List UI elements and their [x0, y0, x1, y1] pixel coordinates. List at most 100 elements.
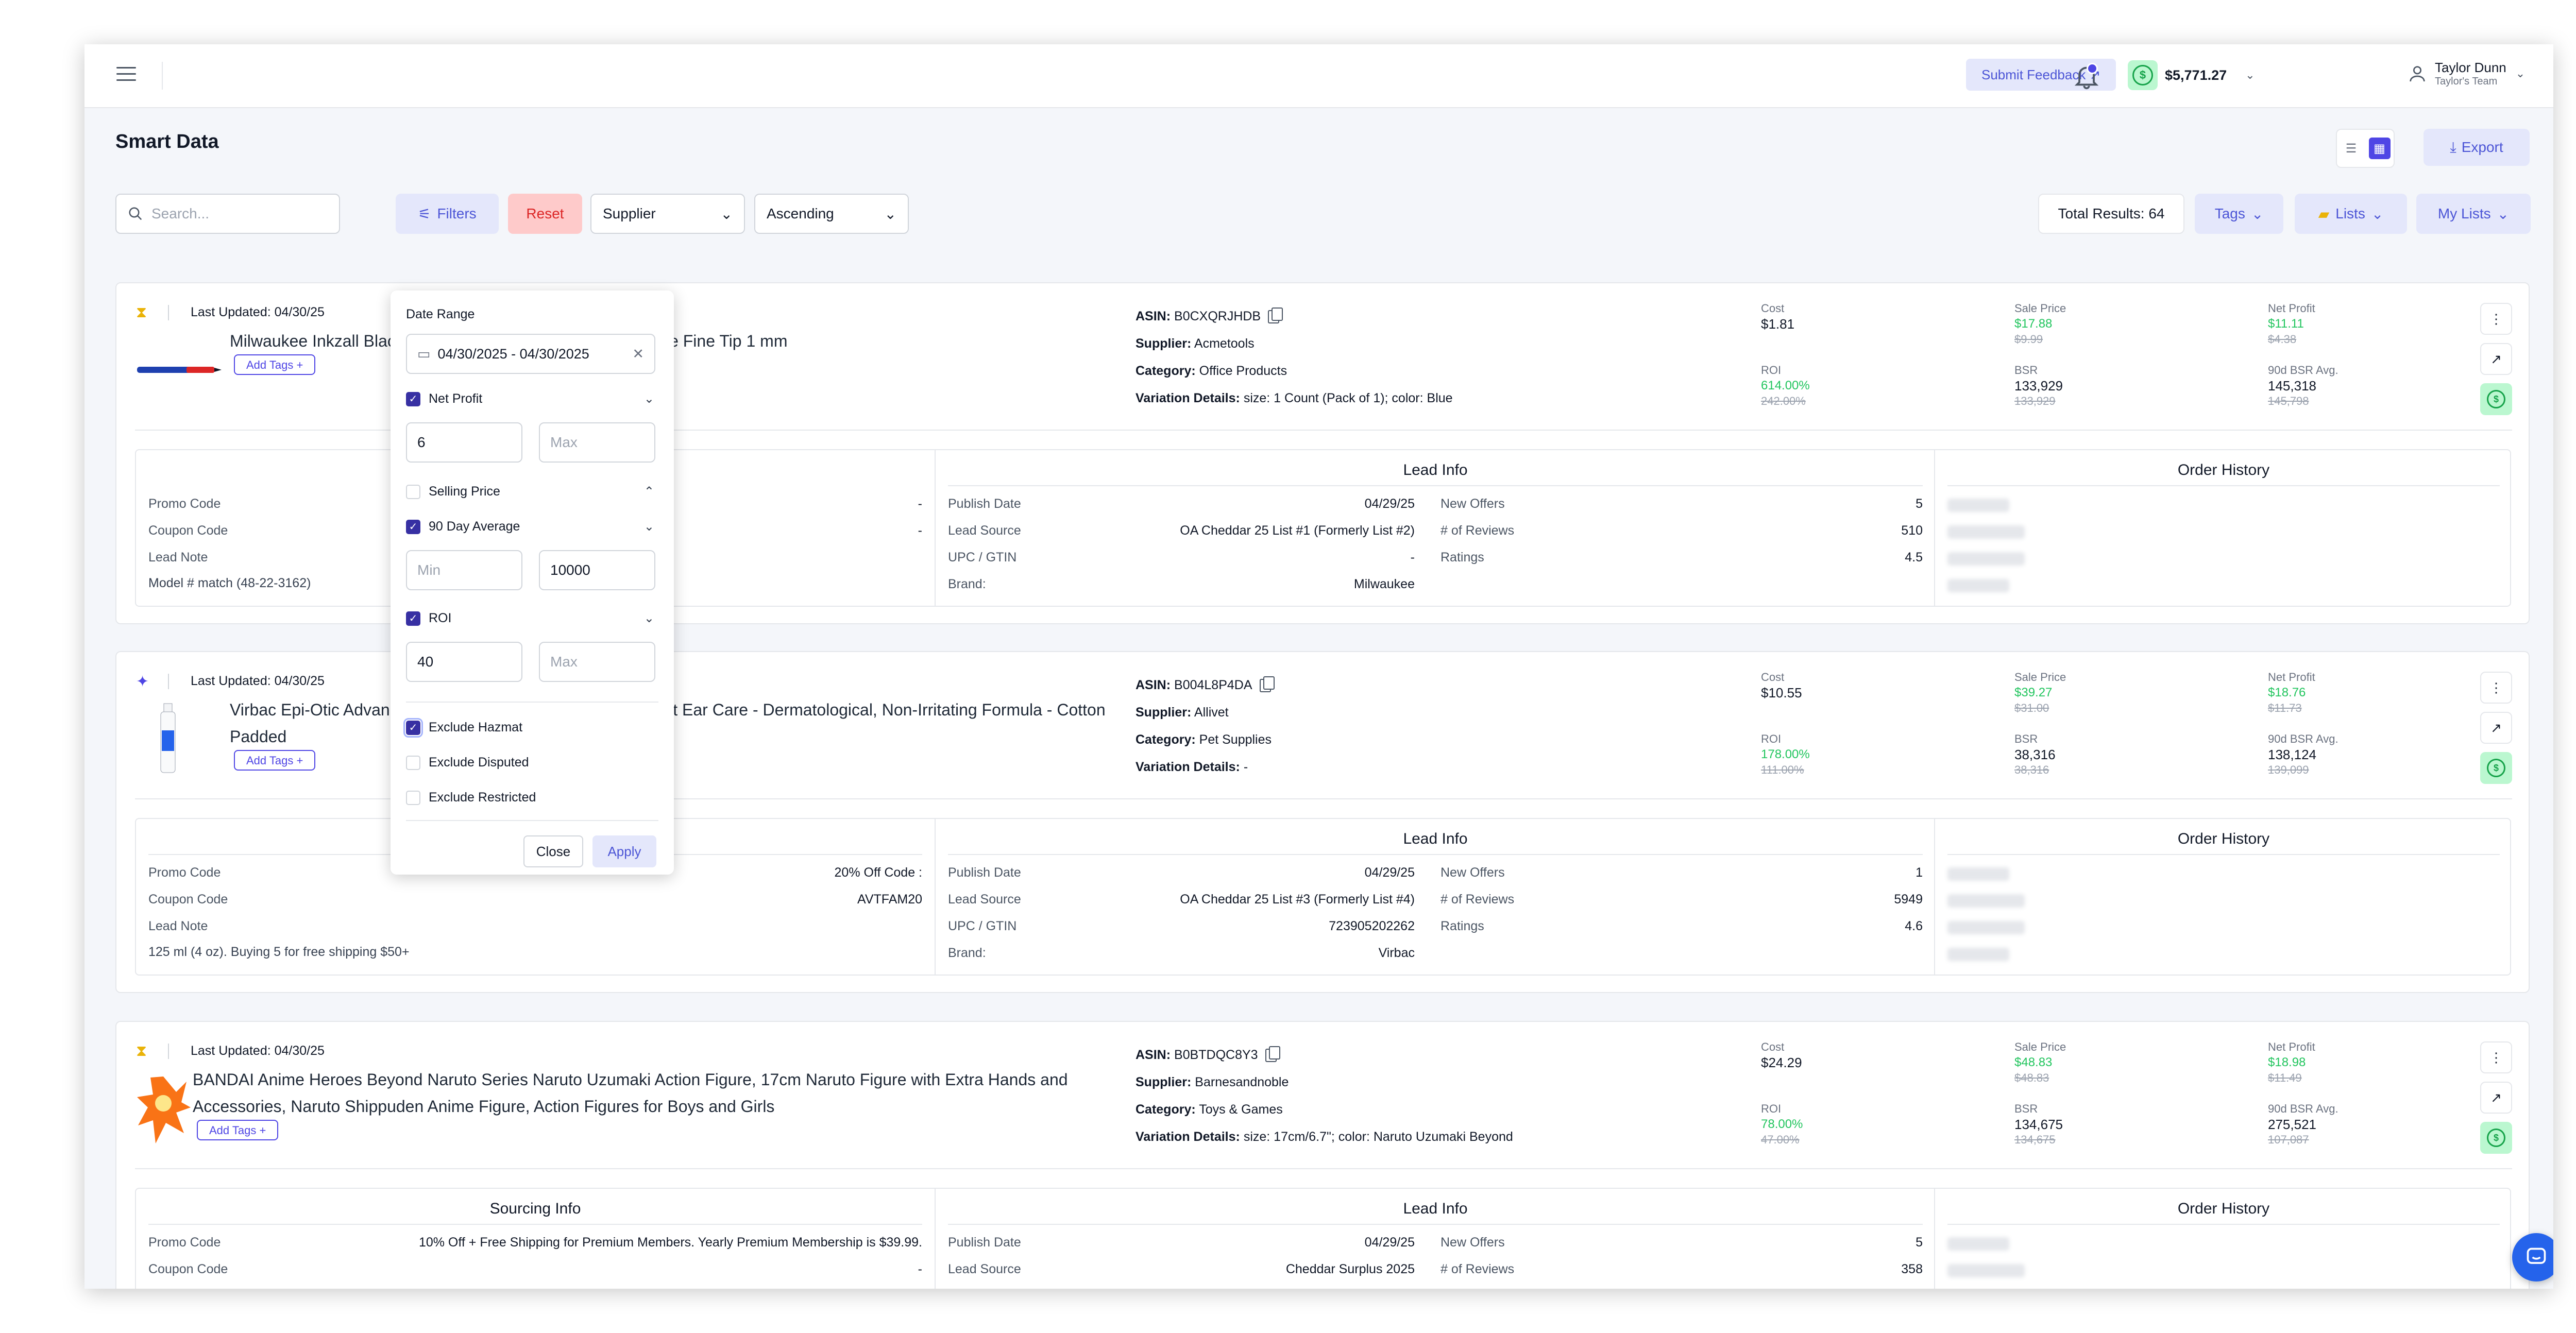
lists-dropdown[interactable]: ▰ Lists ⌄: [2295, 194, 2407, 234]
list-view-icon[interactable]: ☰: [2341, 138, 2362, 159]
buy-button[interactable]: $: [2480, 383, 2512, 415]
open-link-button[interactable]: ↗: [2480, 1082, 2512, 1114]
export-label: Export: [2461, 139, 2503, 155]
selling-price-checkbox[interactable]: Selling Price: [406, 484, 500, 499]
net-profit-min-input[interactable]: 6: [406, 422, 522, 463]
ninety-day-min-input[interactable]: Min: [406, 550, 522, 590]
ninety-day-max-input[interactable]: 10000: [539, 550, 655, 590]
net-profit-checkbox[interactable]: ✓ Net Profit: [406, 391, 482, 406]
order-history-section: Order History: [1934, 819, 2512, 975]
product-image: [137, 1076, 191, 1143]
table-view-icon[interactable]: ▦: [2368, 138, 2391, 159]
chevron-down-icon: ⌄: [720, 206, 733, 222]
net-profit-max-input[interactable]: Max: [539, 422, 655, 463]
supplier-select[interactable]: Supplier ⌄: [590, 194, 745, 234]
sort-order-value: Ascending: [767, 206, 834, 221]
search-input[interactable]: Search...: [115, 194, 340, 234]
export-button[interactable]: ⤓ Export: [2424, 129, 2530, 166]
chevron-down-icon[interactable]: ⌄: [644, 391, 654, 406]
bsr-avg-metric: 90d BSR Avg. 145,318 145,798: [2268, 364, 2338, 407]
product-title[interactable]: Milwaukee Inkzall Black Fine Point Marke…: [230, 328, 1157, 354]
asin-row: ASIN: B004L8P4DA: [1136, 672, 1275, 699]
tags-label: Tags: [2214, 206, 2245, 221]
lead-info-section: Lead Info Publish Date 04/29/25 Lead Sour…: [935, 450, 1935, 606]
view-toggle: ☰ ▦: [2336, 129, 2395, 168]
calendar-icon: ▭: [417, 346, 431, 362]
copy-icon[interactable]: [1268, 307, 1283, 324]
chat-icon: [2527, 1247, 2546, 1264]
last-updated: Last Updated: 04/30/25: [191, 305, 325, 319]
apply-button[interactable]: Apply: [592, 835, 656, 867]
add-tags-button[interactable]: Add Tags +: [234, 750, 316, 771]
date-range-value: 04/30/2025 - 04/30/2025: [437, 346, 589, 362]
top-bar: Submit Feedback ↗ $ $5,771.27 ⌄ Taylor D…: [84, 44, 2553, 108]
reset-label: Reset: [526, 206, 564, 221]
date-range-input[interactable]: ▭ 04/30/2025 - 04/30/2025 ✕: [406, 334, 655, 374]
copy-icon[interactable]: [1265, 1046, 1280, 1063]
supplier-row: Supplier: Acmetools: [1136, 336, 1255, 351]
net-profit-metric: Net Profit $18.76 $11.73: [2268, 671, 2315, 714]
more-options-button[interactable]: ⋮: [2480, 303, 2512, 335]
add-tags-button[interactable]: Add Tags +: [234, 354, 316, 375]
chevron-down-icon[interactable]: ⌄: [644, 519, 654, 534]
filter-icon: ⚟: [418, 206, 431, 222]
chevron-down-icon: ⌄: [2245, 69, 2255, 81]
app-window: Submit Feedback ↗ $ $5,771.27 ⌄ Taylor D…: [84, 44, 2553, 1289]
tags-dropdown[interactable]: Tags ⌄: [2195, 194, 2283, 234]
chevron-up-icon[interactable]: ⌃: [644, 484, 654, 499]
product-image: [160, 703, 176, 773]
close-button[interactable]: Close: [523, 835, 583, 867]
lists-label: Lists: [2335, 206, 2365, 221]
open-link-button[interactable]: ↗: [2480, 712, 2512, 744]
asin-row: ASIN: B0BTDQC8Y3: [1136, 1041, 1513, 1069]
exclude-disputed-checkbox[interactable]: Exclude Disputed: [406, 755, 529, 770]
sparkle-icon: ✦: [136, 673, 149, 690]
buy-button[interactable]: $: [2480, 1122, 2512, 1154]
chevron-down-icon: ⌄: [2515, 67, 2526, 80]
copy-icon[interactable]: [1259, 676, 1275, 693]
supplier-value: Supplier: [603, 206, 656, 221]
user-icon: [2410, 66, 2425, 82]
open-link-button[interactable]: ↗: [2480, 343, 2512, 375]
hourglass-icon: ⧗: [136, 304, 147, 321]
supplier-row: Supplier: Allivet: [1136, 705, 1229, 720]
buy-button[interactable]: $: [2480, 752, 2512, 784]
more-options-button[interactable]: ⋮: [2480, 672, 2512, 704]
notifications-bell-icon[interactable]: [2072, 62, 2101, 91]
chevron-down-icon: ⌄: [884, 206, 896, 222]
ninety-day-average-checkbox[interactable]: ✓ 90 Day Average: [406, 519, 520, 534]
net-profit-metric: Net Profit $11.11 $4.38: [2268, 302, 2315, 346]
net-profit-metric: Net Profit $18.98 $11.49: [2268, 1040, 2315, 1084]
clear-icon[interactable]: ✕: [632, 346, 644, 362]
dollar-icon: $: [2487, 759, 2505, 777]
dollar-icon: $: [2487, 390, 2505, 408]
cost-metric: Cost $10.55: [1761, 671, 1802, 700]
roi-min-input[interactable]: 40: [406, 642, 522, 682]
product-title[interactable]: Virbac Epi-Otic Advanced Ear Cleanser fo…: [230, 696, 1157, 750]
external-link-icon: ↗: [2490, 720, 2502, 736]
chevron-down-icon: ⌄: [2497, 206, 2510, 222]
bsr-metric: BSR 38,316 38,316: [2014, 732, 2056, 776]
sort-order-select[interactable]: Ascending ⌄: [754, 194, 909, 234]
external-link-icon: ↗: [2490, 1089, 2502, 1105]
filters-button[interactable]: ⚟ Filters: [396, 194, 499, 234]
order-history-section: Order History: [1934, 1189, 2512, 1289]
chevron-down-icon[interactable]: ⌄: [644, 611, 654, 626]
exclude-restricted-checkbox[interactable]: Exclude Restricted: [406, 790, 536, 805]
variation-row: Variation Details: size: 17cm/6.7"; colo…: [1136, 1130, 1513, 1144]
more-options-button[interactable]: ⋮: [2480, 1041, 2512, 1073]
my-lists-dropdown[interactable]: My Lists ⌄: [2416, 194, 2531, 234]
reset-button[interactable]: Reset: [508, 194, 582, 234]
balance-dropdown[interactable]: $ $5,771.27 ⌄: [2128, 59, 2255, 92]
category-row: Category: Office Products: [1136, 364, 1287, 378]
lead-info-section: Lead Info Publish Date 04/29/25 Lead Sour…: [935, 819, 1935, 975]
menu-icon[interactable]: [116, 67, 136, 82]
last-updated: Last Updated: 04/30/25: [191, 674, 325, 688]
add-tags-button[interactable]: Add Tags +: [197, 1120, 279, 1140]
exclude-hazmat-checkbox[interactable]: ✓ Exclude Hazmat: [403, 717, 522, 738]
sale-price-metric: Sale Price $17.88 $9.99: [2014, 302, 2066, 346]
user-menu[interactable]: Taylor Dunn Taylor's Team ⌄: [2407, 60, 2525, 88]
roi-max-input[interactable]: Max: [539, 642, 655, 682]
product-title[interactable]: BANDAI Anime Heroes Beyond Naruto Series…: [193, 1066, 1151, 1120]
roi-checkbox[interactable]: ✓ ROI: [406, 611, 451, 626]
